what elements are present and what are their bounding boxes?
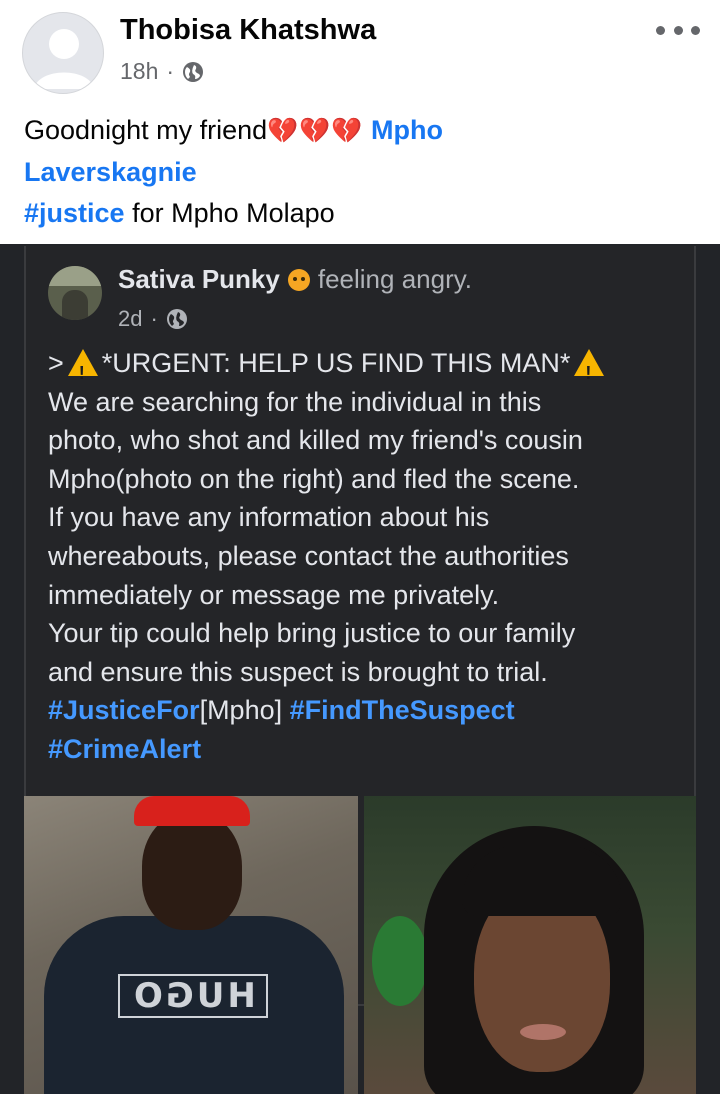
hashtag-justicefor: #JusticeFor — [48, 695, 200, 726]
more-horizontal-icon — [656, 25, 665, 35]
urgent-text: *URGENT: HELP US FIND THIS MAN* — [101, 348, 571, 378]
shared-hashtags-line-2: #CrimeAlert — [48, 730, 688, 769]
angry-face-icon — [287, 268, 310, 291]
globe-icon[interactable] — [182, 61, 204, 83]
shared-line-4: Mpho(photo on the right) and fled the sc… — [48, 463, 580, 494]
more-horizontal-icon — [691, 25, 700, 35]
shared-screenshot[interactable]: Sativa Punky feeling angry. 2d · > *URGEN… — [0, 244, 720, 1094]
post-header: Thobisa Khatshwa 18h · — [0, 0, 720, 100]
suspect-photo: HUGO — [24, 796, 358, 1094]
shared-meta: 2d · — [118, 306, 188, 332]
shared-line-1: > *URGENT: HELP US FIND THIS MAN* — [48, 344, 688, 393]
caption-rest: for Mpho Molapo — [124, 198, 335, 228]
shared-line-7: immediately or message me privately. — [48, 579, 500, 610]
more-horizontal-icon — [673, 25, 683, 35]
shared-separator: · — [150, 306, 158, 331]
mention-first[interactable]: Mpho — [371, 115, 443, 145]
quote-prefix: > — [48, 348, 64, 378]
suspect-head — [142, 812, 242, 930]
shared-author-avatar — [48, 266, 102, 320]
more-options-button[interactable] — [656, 18, 700, 42]
suspect-cap — [134, 796, 250, 826]
broken-heart-icon: 💔💔💔 — [267, 117, 364, 145]
victim-photo — [364, 796, 696, 1094]
author-avatar[interactable] — [22, 12, 104, 94]
shared-time: 2d — [118, 306, 143, 331]
hashtag-findthesuspect: #FindTheSuspect — [289, 695, 515, 726]
shared-author-line: Sativa Punky feeling angry. — [118, 264, 472, 295]
shared-line-3: photo, who shot and killed my friend's c… — [48, 425, 583, 456]
post-caption: Goodnight my friend💔💔💔 Mpho Laverskagnie … — [24, 110, 704, 234]
shared-line-2: We are searching for the individual in t… — [48, 386, 542, 417]
shared-author-name: Sativa Punky — [118, 264, 280, 294]
shared-line-8: Your tip could help bring justice to our… — [48, 618, 576, 649]
shared-line-6: whereabouts, please contact the authorit… — [48, 540, 569, 571]
author-name[interactable]: Thobisa Khatshwa — [120, 14, 376, 47]
mention-last[interactable]: Laverskagnie — [24, 157, 197, 187]
victim-lips — [520, 1024, 566, 1040]
shared-line-5: If you have any information about his — [48, 502, 490, 533]
plant-leaf — [372, 916, 428, 1006]
shared-line-9: and ensure this suspect is brought to tr… — [48, 656, 548, 687]
globe-icon — [166, 309, 187, 329]
hashtag-link[interactable]: #justice — [24, 198, 125, 228]
hashtag-crimealert: #CrimeAlert — [48, 733, 202, 764]
meta-separator: · — [166, 58, 175, 84]
warning-icon — [574, 349, 605, 393]
shared-feeling: feeling angry. — [317, 264, 473, 294]
caption-text: Goodnight my friend — [24, 115, 268, 145]
shared-hashtags-line-1: #JusticeFor[Mpho] #FindTheSuspect — [48, 691, 688, 730]
post-meta: 18h · — [120, 58, 204, 85]
shirt-logo: HUGO — [118, 974, 268, 1018]
victim-bangs — [462, 846, 622, 916]
shared-body: > *URGENT: HELP US FIND THIS MAN* We are … — [48, 344, 688, 769]
hashtag-suffix: [Mpho] — [199, 695, 283, 726]
post-time[interactable]: 18h — [120, 58, 158, 85]
default-avatar-icon — [34, 29, 94, 89]
warning-icon — [67, 349, 98, 393]
shirt-text: HUGO — [130, 976, 256, 1016]
